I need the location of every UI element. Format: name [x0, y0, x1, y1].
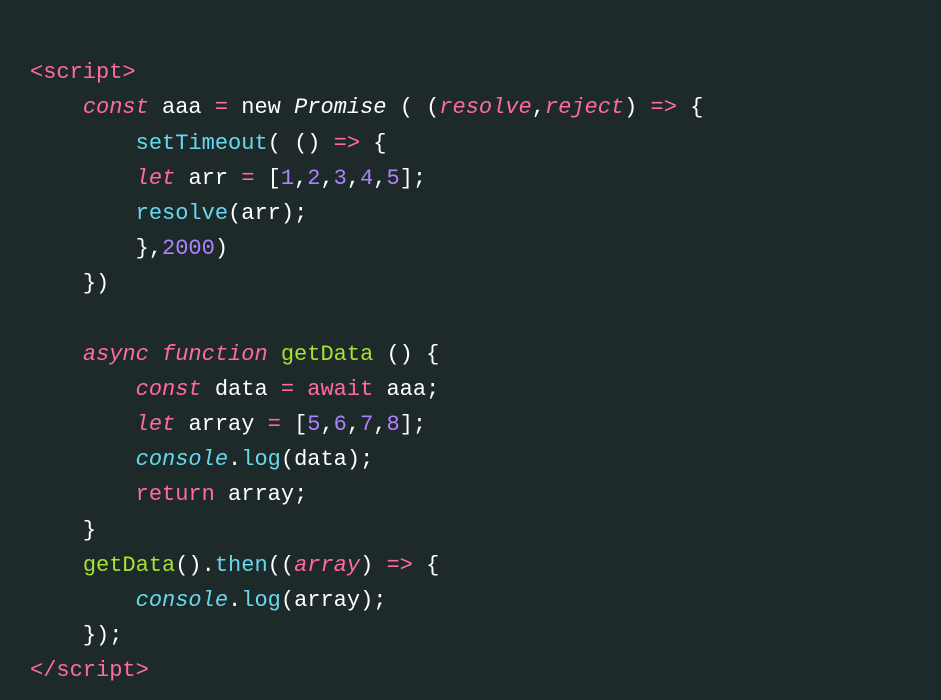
line-5: },2000)	[30, 236, 228, 261]
line-12: }	[30, 518, 96, 543]
line-13: getData().then((array) => {	[30, 553, 439, 578]
code-block: <script> const aaa = new Promise ( (reso…	[30, 20, 911, 700]
line-6: })	[30, 271, 109, 296]
line-script-open: <script>	[30, 60, 136, 85]
line-11: return array;	[30, 482, 307, 507]
line-2: setTimeout( () => {	[30, 131, 386, 156]
line-10: console.log(data);	[30, 447, 373, 472]
line-4: resolve(arr);	[30, 201, 307, 226]
line-9: let array = [5,6,7,8];	[30, 412, 426, 437]
line-7: async function getData () {	[30, 342, 439, 367]
line-15: });	[30, 623, 122, 648]
line-14: console.log(array);	[30, 588, 386, 613]
line-1: const aaa = new Promise ( (resolve,rejec…	[30, 95, 703, 120]
line-3: let arr = [1,2,3,4,5];	[30, 166, 426, 191]
line-script-close: </script>	[30, 658, 149, 683]
line-8: const data = await aaa;	[30, 377, 439, 402]
code-container: <script> const aaa = new Promise ( (reso…	[0, 0, 941, 700]
